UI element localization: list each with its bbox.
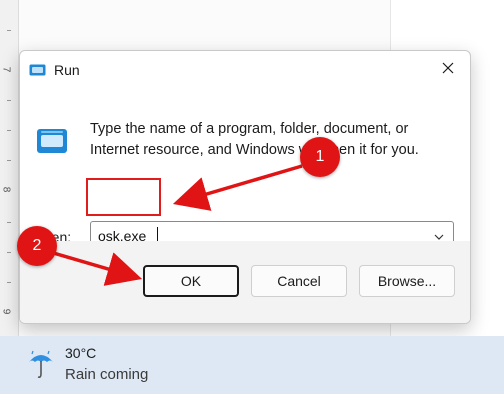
input-highlight-box	[86, 178, 161, 216]
dialog-footer: OK Cancel Browse...	[20, 241, 470, 323]
ok-button[interactable]: OK	[143, 265, 239, 297]
rain-umbrella-icon[interactable]	[26, 348, 56, 380]
ruler-tick	[7, 130, 11, 131]
dialog-title: Run	[54, 62, 80, 78]
close-icon	[441, 61, 455, 80]
dialog-body: Type the name of a program, folder, docu…	[20, 91, 470, 250]
weather-forecast[interactable]: Rain coming	[65, 366, 148, 383]
browse-button[interactable]: Browse...	[359, 265, 455, 297]
step-badge-2: 2	[17, 226, 57, 266]
ruler-tick	[7, 100, 11, 101]
ruler-tick	[7, 30, 11, 31]
cancel-button[interactable]: Cancel	[251, 265, 347, 297]
run-icon	[36, 128, 68, 154]
ruler-number: 9	[0, 308, 12, 315]
vertical-ruler: 7 8 9	[0, 0, 19, 336]
ruler-tick	[7, 160, 11, 161]
ruler-tick	[7, 252, 11, 253]
taskbar: 30°C Rain coming	[0, 336, 504, 394]
run-icon	[29, 63, 46, 76]
ruler-number: 8	[0, 186, 12, 193]
dialog-description: Type the name of a program, folder, docu…	[90, 121, 419, 158]
ruler-number: 7	[0, 66, 12, 73]
step-badge-1: 1	[300, 137, 340, 177]
ruler-tick	[7, 222, 11, 223]
title-bar[interactable]: Run	[20, 51, 470, 91]
weather-temperature[interactable]: 30°C	[65, 345, 96, 361]
close-button[interactable]	[432, 56, 464, 84]
ruler-tick	[7, 282, 11, 283]
